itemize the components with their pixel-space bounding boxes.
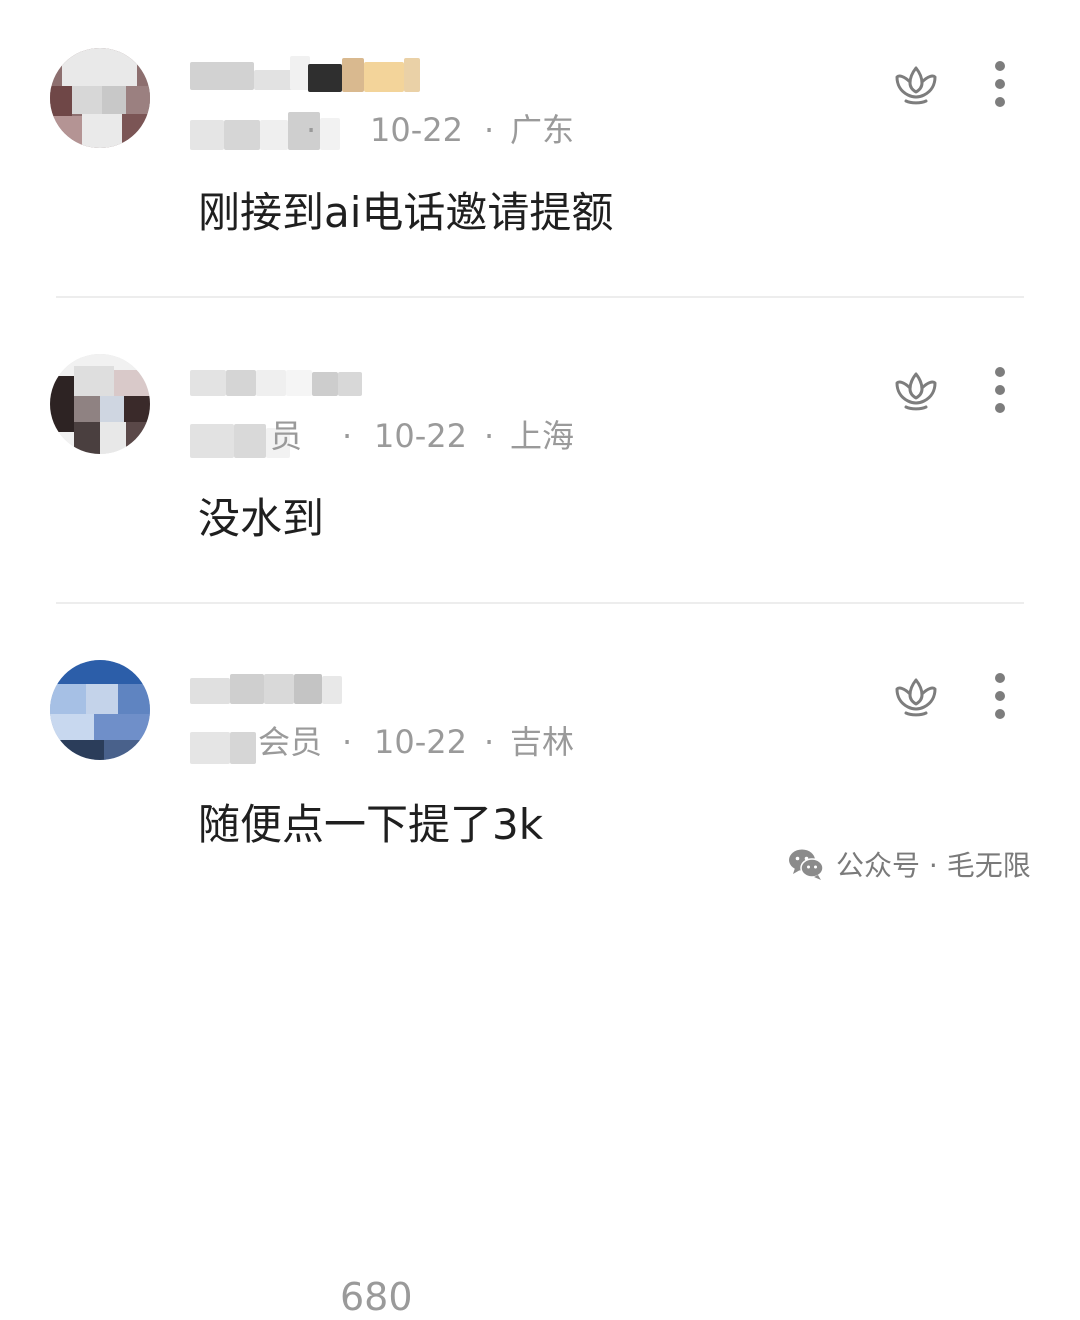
avatar[interactable] xyxy=(50,48,150,148)
divider xyxy=(56,296,1024,298)
lotus-like-icon[interactable] xyxy=(892,60,940,108)
meta-prefix: 会员 xyxy=(258,723,323,761)
comment-item: · 10-22 · 广东 刚接到ai电话邀请提额 xyxy=(0,0,1080,290)
avatar[interactable] xyxy=(50,354,150,454)
comment-text: 随便点一下提了3k xyxy=(198,800,544,849)
comment-item: 员 · 10-22 · 上海 没水到 xyxy=(0,306,1080,596)
lotus-like-icon[interactable] xyxy=(892,366,940,414)
comment-date: 10-22 xyxy=(374,723,467,761)
comment-text: 没水到 xyxy=(198,494,325,543)
comment-location: 吉林 xyxy=(510,723,575,761)
comment-location: 上海 xyxy=(510,417,575,455)
meta-separator: · xyxy=(342,723,353,761)
username-blurred[interactable] xyxy=(190,52,420,94)
member-badge-blurred xyxy=(190,418,340,460)
username-tail: 680 xyxy=(340,1275,413,1319)
more-vertical-icon[interactable] xyxy=(986,364,1014,416)
watermark-text: 公众号 · 毛无限 xyxy=(836,849,1031,882)
meta-separator: · xyxy=(342,417,353,455)
comment-list: · 10-22 · 广东 刚接到ai电话邀请提额 员 · 10-22 · 上海 … xyxy=(0,0,1080,1319)
meta-separator: · xyxy=(484,111,495,149)
lotus-like-icon[interactable] xyxy=(892,672,940,720)
wechat-icon xyxy=(789,849,824,880)
meta-separator: · xyxy=(484,417,495,455)
more-vertical-icon[interactable] xyxy=(986,58,1014,110)
comment-date: 10-22 xyxy=(370,111,463,149)
watermark: 公众号 · 毛无限 xyxy=(786,842,1031,886)
divider xyxy=(56,602,1024,604)
comment-date: 10-22 xyxy=(374,417,467,455)
username-blurred[interactable] xyxy=(190,358,420,400)
meta-separator: · xyxy=(484,723,495,761)
username-blurred[interactable] xyxy=(190,664,420,706)
member-badge-blurred xyxy=(190,112,340,154)
comment-text: 刚接到ai电话邀请提额 xyxy=(198,188,614,237)
more-vertical-icon[interactable] xyxy=(986,670,1014,722)
avatar[interactable] xyxy=(50,660,150,760)
comment-location: 广东 xyxy=(510,111,575,149)
meta-prefix: 员 xyxy=(270,417,303,455)
meta-prefix: · xyxy=(306,111,317,149)
